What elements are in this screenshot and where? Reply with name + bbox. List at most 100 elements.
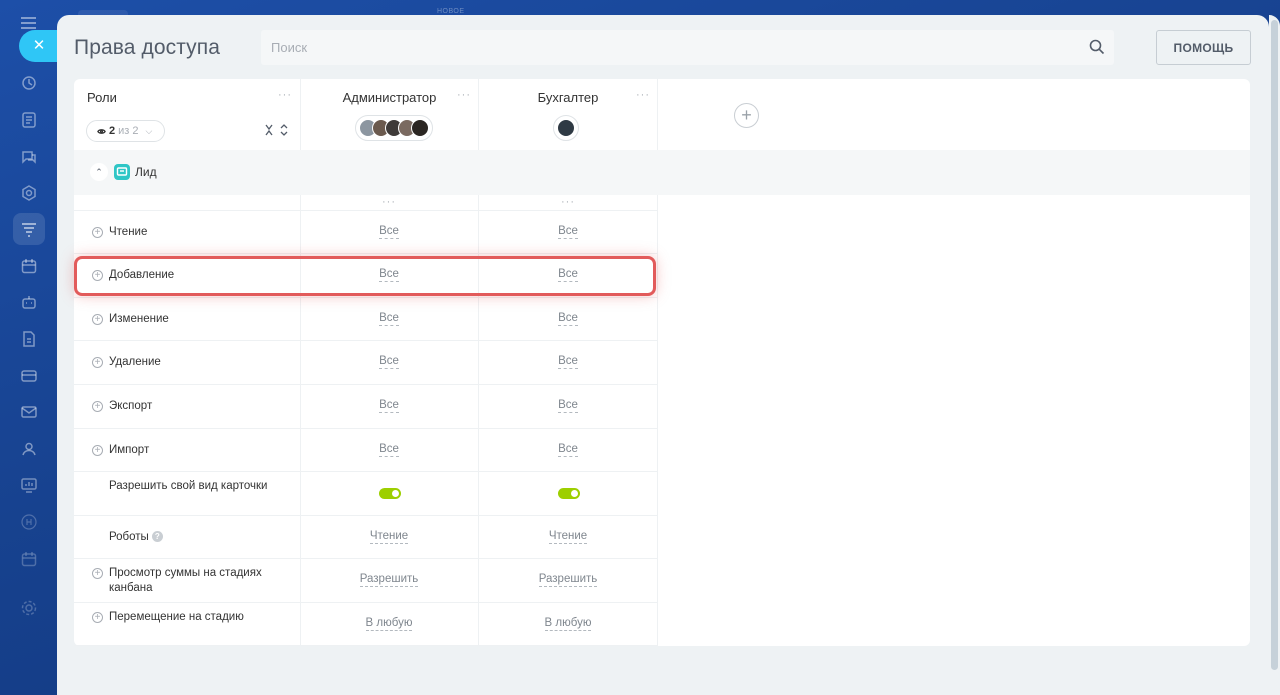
admin-value[interactable]: Все: [329, 442, 449, 457]
help-question-icon[interactable]: ?: [151, 530, 163, 542]
chat-icon[interactable]: [18, 146, 40, 168]
accountant-value[interactable]: Все: [508, 399, 628, 413]
expand-plus-icon[interactable]: +: [92, 313, 103, 325]
counter-current: 2: [109, 125, 116, 137]
accountant-value-text[interactable]: Все: [558, 311, 578, 326]
roles-header: Роли ··· 2 из 2 ⌵: [74, 79, 300, 150]
add-role-button[interactable]: +: [734, 103, 759, 128]
analytics-icon[interactable]: [18, 474, 40, 496]
accountant-value-text[interactable]: Все: [558, 224, 578, 239]
settings-icon[interactable]: [18, 597, 40, 619]
h-icon[interactable]: [18, 511, 40, 533]
role-name-admin[interactable]: Администратор: [301, 90, 478, 105]
expand-plus-icon[interactable]: +: [92, 270, 103, 281]
admin-value-text[interactable]: Все: [379, 311, 399, 326]
expand-plus-icon[interactable]: +: [92, 568, 103, 579]
accountant-value-text[interactable]: Все: [558, 442, 578, 457]
roles-counter[interactable]: 2 из 2 ⌵: [86, 120, 165, 142]
access-rights-table: Роли ··· 2 из 2 ⌵ Администратор ··· Бухг…: [74, 79, 1250, 646]
admin-value[interactable]: Все: [329, 224, 449, 239]
expand-plus-icon[interactable]: +: [92, 401, 103, 412]
role-members-admin[interactable]: [355, 115, 433, 141]
accountant-value-text[interactable]: Все: [558, 268, 578, 282]
permission-label: Импорт: [109, 443, 150, 456]
admin-value-text[interactable]: Все: [379, 224, 399, 239]
search-icon[interactable]: [1089, 39, 1105, 55]
admin-value[interactable]: В любую: [329, 616, 449, 631]
planner-icon[interactable]: [18, 548, 40, 570]
column-more-icon[interactable]: ···: [382, 197, 396, 208]
accountant-value-text[interactable]: Все: [558, 355, 578, 369]
admin-value-text[interactable]: Чтение: [369, 529, 409, 544]
admin-value-text[interactable]: Все: [379, 442, 399, 457]
roles-more-icon[interactable]: ···: [278, 90, 292, 101]
section-lead: ⌃ Лид: [74, 150, 1250, 195]
role-more-icon[interactable]: ···: [636, 90, 650, 101]
sites-icon[interactable]: [18, 182, 40, 204]
expand-plus-icon[interactable]: +: [92, 357, 103, 368]
accountant-value[interactable]: В любую: [508, 616, 628, 631]
admin-value-text[interactable]: В любую: [365, 616, 413, 631]
collapse-expand-icon[interactable]: [264, 123, 290, 137]
accountant-value[interactable]: Все: [508, 268, 628, 282]
role-members-accountant[interactable]: [553, 115, 579, 141]
permission-row: + Добавление Все Все: [74, 254, 657, 298]
expand-plus-icon[interactable]: +: [92, 611, 103, 623]
expand-plus-icon[interactable]: +: [92, 226, 103, 238]
tasks-icon[interactable]: [18, 109, 40, 131]
admin-value[interactable]: Все: [329, 399, 449, 413]
admin-value-text[interactable]: Все: [379, 268, 399, 282]
chevron-up-icon[interactable]: ⌃: [90, 163, 108, 181]
permission-row: + Удаление Все Все: [74, 341, 657, 385]
accountant-value-text[interactable]: Чтение: [548, 529, 588, 544]
permission-label: Роботы?: [109, 530, 294, 545]
admin-value-text[interactable]: Разрешить: [359, 573, 419, 587]
accountant-value[interactable]: Все: [508, 355, 628, 369]
admin-value-text[interactable]: Все: [379, 399, 399, 413]
role-name-accountant[interactable]: Бухгалтер: [479, 90, 657, 105]
expand-plus-icon[interactable]: +: [92, 444, 103, 456]
permission-label: Удаление: [109, 356, 161, 368]
scrollbar-thumb[interactable]: [1271, 20, 1278, 670]
activity-icon[interactable]: [18, 72, 40, 94]
permission-row: + Экспорт Все Все: [74, 385, 657, 429]
menu-icon[interactable]: [21, 17, 36, 29]
section-title: Лид: [135, 165, 157, 179]
accountant-toggle[interactable]: [558, 488, 580, 499]
accountant-value-text[interactable]: Все: [558, 399, 578, 413]
payment-card-icon[interactable]: [18, 365, 40, 387]
permission-row: + Изменение Все Все: [74, 298, 657, 341]
admin-value[interactable]: Все: [329, 355, 449, 369]
admin-value[interactable]: Все: [329, 311, 449, 326]
accountant-value[interactable]: Все: [508, 311, 628, 326]
avatar: [411, 119, 429, 137]
document-icon[interactable]: [18, 328, 40, 350]
accountant-value-text[interactable]: Разрешить: [538, 573, 598, 587]
help-button[interactable]: ПОМОЩЬ: [1156, 30, 1251, 65]
contacts-icon[interactable]: [18, 438, 40, 460]
admin-value[interactable]: Чтение: [329, 529, 449, 544]
crm-funnel-icon[interactable]: [13, 213, 45, 245]
lead-icon: [114, 164, 130, 180]
search-input[interactable]: [261, 30, 1114, 65]
admin-value[interactable]: Разрешить: [329, 573, 449, 587]
accountant-value[interactable]: Разрешить: [508, 573, 628, 587]
permission-row: Разрешить свой вид карточки: [74, 472, 657, 516]
robot-icon[interactable]: [18, 291, 40, 313]
column-more-icon[interactable]: ···: [561, 197, 575, 208]
admin-value-text[interactable]: Все: [379, 355, 399, 369]
accountant-value[interactable]: Все: [508, 442, 628, 457]
accountant-value-text[interactable]: В любую: [544, 616, 592, 631]
permission-row: + Перемещение на стадию В любую В любую: [74, 603, 657, 646]
permission-label: Просмотр суммы на стадиях канбана: [109, 567, 262, 594]
role-more-icon[interactable]: ···: [457, 90, 471, 101]
mail-icon[interactable]: [18, 401, 40, 423]
admin-toggle[interactable]: [379, 488, 401, 499]
top-strip-label: НОВОЕ: [437, 8, 465, 15]
accountant-value[interactable]: Чтение: [508, 529, 628, 544]
accountant-value[interactable]: Все: [508, 224, 628, 239]
admin-value[interactable]: Все: [329, 268, 449, 282]
role-column-header: Бухгалтер ···: [479, 79, 657, 150]
calendar-icon[interactable]: [18, 255, 40, 277]
close-slider-button[interactable]: ✕: [19, 30, 59, 62]
